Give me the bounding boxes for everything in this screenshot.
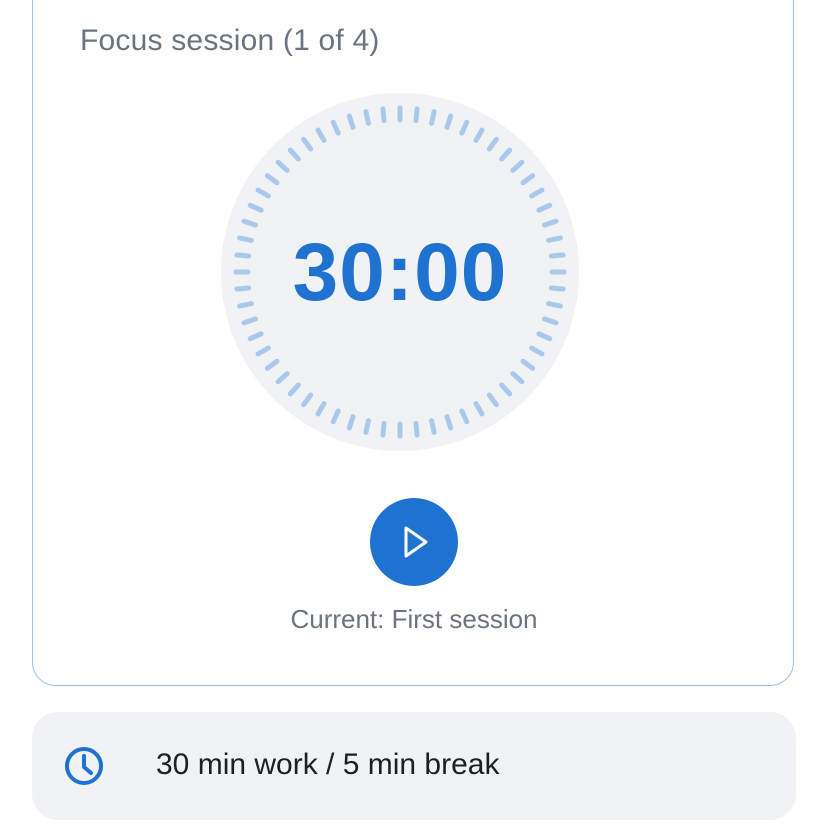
current-session-label: Current: First session [290, 604, 538, 634]
session-title: Focus session (1 of 4) [80, 24, 380, 57]
dial-tick [444, 414, 454, 431]
clock-icon [62, 744, 106, 788]
dial-tick [241, 218, 258, 228]
dial-tick [346, 414, 356, 431]
dial-tick [413, 420, 420, 438]
dial-tick [380, 106, 387, 124]
play-button[interactable] [370, 498, 458, 586]
dial-tick [380, 420, 387, 438]
timer-display: 30:00 [292, 227, 508, 318]
dial-tick [429, 109, 437, 126]
dial-tick [363, 418, 371, 435]
dial-tick [363, 109, 371, 126]
schedule-text: 30 min work / 5 min break [156, 748, 500, 781]
dial-tick [542, 218, 559, 228]
dial-tick [444, 113, 454, 130]
play-icon [404, 526, 428, 558]
dial-tick [413, 106, 420, 124]
dial-tick [429, 418, 437, 435]
dial-tick [346, 113, 356, 130]
